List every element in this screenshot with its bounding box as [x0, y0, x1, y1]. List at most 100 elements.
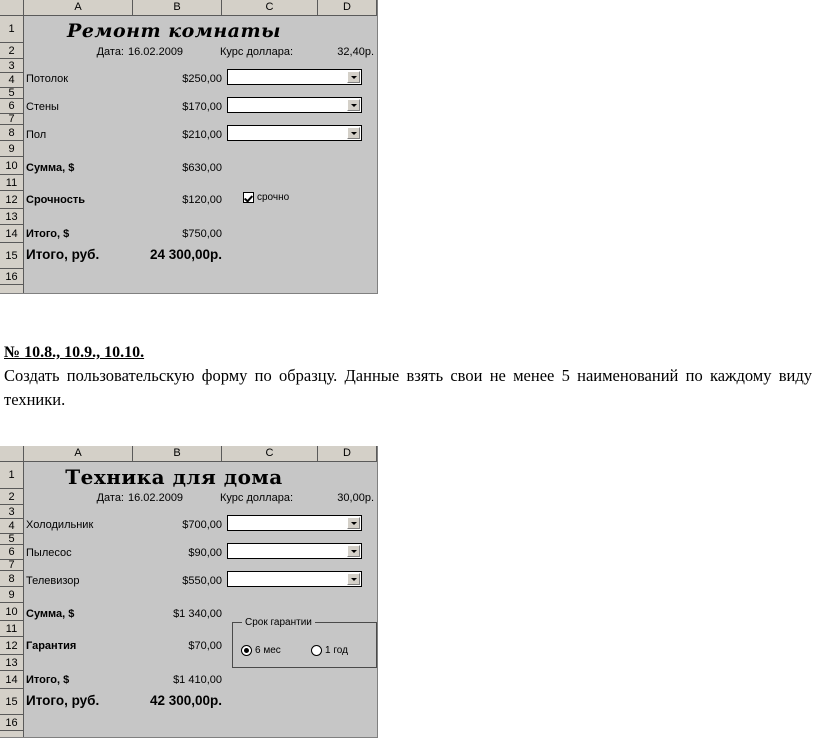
row-header-15[interactable]: 15	[0, 243, 23, 269]
column-header-row: A B C D	[0, 0, 377, 16]
select-all-corner[interactable]	[0, 446, 24, 461]
row-header-1[interactable]: 1	[0, 462, 23, 489]
column-header-a[interactable]: A	[24, 0, 133, 15]
sheet1-total-rub-value: 24 300,00р.	[149, 247, 222, 262]
sheet2-item-2-price: $90,00	[188, 547, 222, 559]
chevron-down-icon[interactable]	[347, 573, 360, 585]
sheet2-rate-label: Курс доллара:	[220, 492, 293, 504]
row-header-3[interactable]: 3	[0, 59, 23, 73]
warranty-option-6-months-label: 6 мес	[255, 645, 281, 656]
sheet2-total-usd-value: $1 410,00	[173, 674, 222, 686]
sheet2-date-value: 16.02.2009	[128, 492, 184, 504]
row-header-10[interactable]: 10	[0, 603, 23, 621]
sheet2-extra-value: $70,00	[188, 640, 222, 652]
row-header-16[interactable]: 16	[0, 269, 23, 285]
sheet2-item-1-dropdown[interactable]	[227, 515, 362, 531]
sheet1-date-label: Дата:	[96, 46, 124, 58]
sheet2-item-3-price: $550,00	[182, 575, 222, 587]
row-header-column: 1 2 3 4 5 6 7 8 9 10 11 12 13 14 15 16	[0, 16, 24, 293]
row-header-10[interactable]: 10	[0, 157, 23, 175]
row-header-13[interactable]: 13	[0, 209, 23, 225]
column-header-c[interactable]: C	[222, 446, 318, 461]
checkbox-icon[interactable]	[243, 192, 254, 203]
row-header-8[interactable]: 8	[0, 571, 23, 587]
row-header-1[interactable]: 1	[0, 16, 23, 43]
sheet1-rate-label: Курс доллара:	[220, 46, 293, 58]
column-header-c[interactable]: C	[222, 0, 318, 15]
sheet1-item-2-price: $170,00	[182, 101, 222, 113]
sheet2-rate-value: 30,00р.	[337, 492, 374, 504]
column-header-d[interactable]: D	[318, 446, 377, 461]
sheet1-item-2-dropdown[interactable]	[227, 97, 362, 113]
task-block: № 10.8., 10.9., 10.10. Создать пользоват…	[4, 344, 812, 412]
sheet2-item-2-dropdown[interactable]	[227, 543, 362, 559]
row-header-9[interactable]: 9	[0, 141, 23, 157]
sheet1-urgent-checkbox-row[interactable]: срочно	[243, 192, 289, 203]
row-header-5[interactable]: 5	[0, 88, 23, 99]
chevron-down-icon[interactable]	[347, 99, 360, 111]
row-header-16[interactable]: 16	[0, 715, 23, 731]
row-header-6[interactable]: 6	[0, 99, 23, 114]
sheet2-canvas: Техника для дома Дата: 16.02.2009 Курс д…	[24, 462, 377, 737]
radio-button-icon[interactable]	[311, 645, 322, 656]
row-header-7[interactable]: 7	[0, 560, 23, 571]
row-header-3[interactable]: 3	[0, 505, 23, 519]
sheet1-item-3-price: $210,00	[182, 129, 222, 141]
warranty-period-fieldset: Срок гарантии 6 мес 1 год	[232, 617, 377, 668]
column-header-row: A B C D	[0, 446, 377, 462]
sheet2-title: Техника для дома	[65, 465, 283, 489]
sheet2-date-label: Дата:	[96, 492, 124, 504]
warranty-option-1-year-label: 1 год	[325, 645, 348, 656]
spreadsheet-room-repair: A B C D 1 2 3 4 5 6 7 8 9 10 11 12 13 14…	[0, 0, 378, 294]
column-header-b[interactable]: B	[133, 446, 222, 461]
radio-button-icon[interactable]	[241, 645, 252, 656]
row-header-12[interactable]: 12	[0, 637, 23, 655]
row-header-9[interactable]: 9	[0, 587, 23, 603]
sheet1-sum-value: $630,00	[182, 162, 222, 174]
row-header-column: 1 2 3 4 5 6 7 8 9 10 11 12 13 14 15 16	[0, 462, 24, 737]
warranty-option-1-year[interactable]: 1 год	[311, 645, 348, 656]
row-header-2[interactable]: 2	[0, 489, 23, 505]
sheet2-item-3-dropdown[interactable]	[227, 571, 362, 587]
row-header-8[interactable]: 8	[0, 125, 23, 141]
task-heading: № 10.8., 10.9., 10.10.	[4, 344, 145, 361]
row-header-11[interactable]: 11	[0, 621, 23, 637]
row-header-15[interactable]: 15	[0, 689, 23, 715]
row-header-2[interactable]: 2	[0, 43, 23, 59]
sheet2-item-1-price: $700,00	[182, 519, 222, 531]
row-header-14[interactable]: 14	[0, 671, 23, 689]
column-header-b[interactable]: B	[133, 0, 222, 15]
sheet1-item-1-dropdown[interactable]	[227, 69, 362, 85]
select-all-corner[interactable]	[0, 0, 24, 15]
row-header-11[interactable]: 11	[0, 175, 23, 191]
task-body: Создать пользовательскую форму по образц…	[4, 366, 812, 409]
sheet1-urgent-checkbox-label: срочно	[257, 192, 290, 203]
row-header-14[interactable]: 14	[0, 225, 23, 243]
chevron-down-icon[interactable]	[347, 71, 360, 83]
row-header-4[interactable]: 4	[0, 519, 23, 534]
warranty-period-legend: Срок гарантии	[242, 617, 315, 628]
sheet1-rate-value: 32,40р.	[337, 46, 374, 58]
row-header-13[interactable]: 13	[0, 655, 23, 671]
column-header-a[interactable]: A	[24, 446, 133, 461]
sheet1-item-3-dropdown[interactable]	[227, 125, 362, 141]
sheet1-canvas: Ремонт комнаты Дата: 16.02.2009 Курс дол…	[24, 16, 377, 293]
chevron-down-icon[interactable]	[347, 127, 360, 139]
sheet1-total-usd-value: $750,00	[182, 228, 222, 240]
spreadsheet-home-appliances: A B C D 1 2 3 4 5 6 7 8 9 10 11 12 13 14…	[0, 446, 378, 738]
sheet2-sum-value: $1 340,00	[173, 608, 222, 620]
sheet1-extra-value: $120,00	[182, 194, 222, 206]
column-header-d[interactable]: D	[318, 0, 377, 15]
chevron-down-icon[interactable]	[347, 545, 360, 557]
sheet1-date-value: 16.02.2009	[128, 46, 184, 58]
row-header-7[interactable]: 7	[0, 114, 23, 125]
row-header-5[interactable]: 5	[0, 534, 23, 545]
row-header-6[interactable]: 6	[0, 545, 23, 560]
sheet1-item-1-price: $250,00	[182, 73, 222, 85]
sheet1-title: Ремонт комнаты	[67, 20, 281, 42]
row-header-12[interactable]: 12	[0, 191, 23, 209]
chevron-down-icon[interactable]	[347, 517, 360, 529]
warranty-option-6-months[interactable]: 6 мес	[241, 645, 281, 656]
sheet2-total-rub-value: 42 300,00р.	[149, 693, 222, 708]
row-header-4[interactable]: 4	[0, 73, 23, 88]
